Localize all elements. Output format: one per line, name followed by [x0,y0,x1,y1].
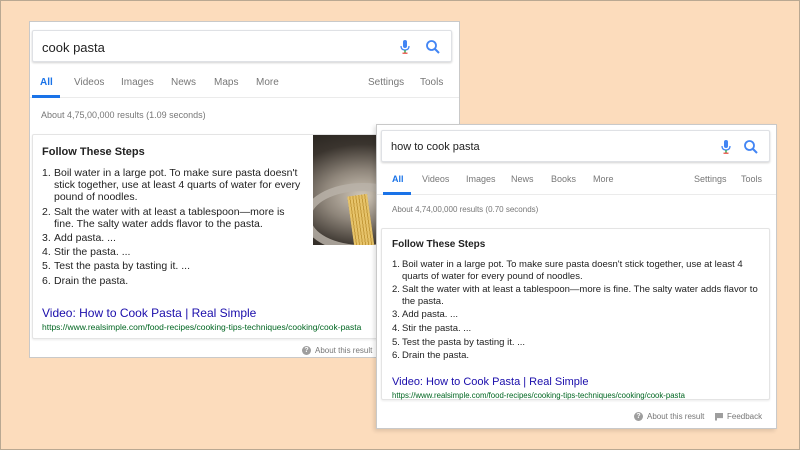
mic-icon[interactable] [718,139,734,155]
about-label: About this result [315,346,373,355]
tab-all[interactable]: All [40,77,53,88]
active-tab-indicator [383,192,411,195]
tab-maps[interactable]: Maps [214,77,238,88]
search-input[interactable]: cook pasta [42,40,105,55]
list-item: 1. Boil water in a large pot. To make sur… [392,259,743,282]
result-url: https://www.realsimple.com/food-recipes/… [392,391,685,400]
about-this-result[interactable]: ? About this result [634,412,704,421]
about-label: About this result [647,412,705,421]
steps-list: 1. Boil water in a large pot. To make sur… [42,167,307,289]
tab-images[interactable]: Images [466,174,496,184]
list-item: 3. Add pasta. ... [42,232,116,245]
tab-all[interactable]: All [392,174,404,184]
list-item: 4. Stir the pasta. ... [42,246,131,259]
feedback-label: Feedback [727,412,763,421]
result-stats: About 4,74,00,000 results (0.70 seconds) [392,205,539,214]
list-item: 1. Boil water in a large pot. To make sur… [42,167,301,204]
mic-icon[interactable] [397,39,413,55]
list-item: 5. Test the pasta by tasting it. ... [42,260,190,273]
active-tab-indicator [32,95,60,98]
video-link[interactable]: Video: How to Cook Pasta | Real Simple [392,376,588,388]
tab-news[interactable]: News [511,174,534,184]
list-item: 6. Drain the pasta. [392,350,470,362]
list-item: 5. Test the pasta by tasting it. ... [392,336,526,348]
search-input[interactable]: how to cook pasta [391,141,480,153]
search-icon[interactable] [743,139,759,155]
question-icon: ? [634,412,643,421]
list-item: 2. Salt the water with at least a tablesp… [392,284,758,307]
tab-videos[interactable]: Videos [74,77,104,88]
tab-tools[interactable]: Tools [420,77,443,88]
search-box[interactable]: cook pasta [32,30,452,62]
result-stats: About 4,75,00,000 results (1.09 seconds) [41,110,206,120]
flag-icon [715,412,723,421]
list-item: 2. Salt the water with at least a tablesp… [42,205,285,230]
search-results-panel-how-to-cook-pasta: how to cook pasta All Videos Images News… [376,124,777,429]
featured-snippet: Follow These Steps 1. Boil water in a lar… [381,228,770,400]
list-item: 6. Drain the pasta. [42,274,129,287]
search-box[interactable]: how to cook pasta [381,130,770,162]
tab-more[interactable]: More [593,174,614,184]
video-link[interactable]: Video: How to Cook Pasta | Real Simple [42,306,256,320]
feedback-link[interactable]: Feedback [715,412,762,421]
tab-settings[interactable]: Settings [368,77,404,88]
list-item: 4. Stir the pasta. ... [392,322,472,334]
tab-more[interactable]: More [256,77,279,88]
search-tabs: All Videos Images News Maps More Setting… [30,70,459,98]
result-url: https://www.realsimple.com/food-recipes/… [42,322,362,332]
tab-news[interactable]: News [171,77,196,88]
list-item: 3. Add pasta. ... [392,309,458,321]
question-icon: ? [302,346,311,355]
steps-list: 1. Boil water in a large pot. To make sur… [392,259,764,364]
search-tabs: All Videos Images News Books More Settin… [377,167,776,195]
tab-videos[interactable]: Videos [422,174,449,184]
about-this-result[interactable]: ? About this result [302,346,372,355]
snippet-title: Follow These Steps [42,146,145,158]
search-icon[interactable] [425,39,441,55]
tab-settings[interactable]: Settings [694,174,727,184]
tab-tools[interactable]: Tools [741,174,762,184]
tab-books[interactable]: Books [551,174,576,184]
tab-images[interactable]: Images [121,77,154,88]
snippet-title: Follow These Steps [392,239,486,250]
